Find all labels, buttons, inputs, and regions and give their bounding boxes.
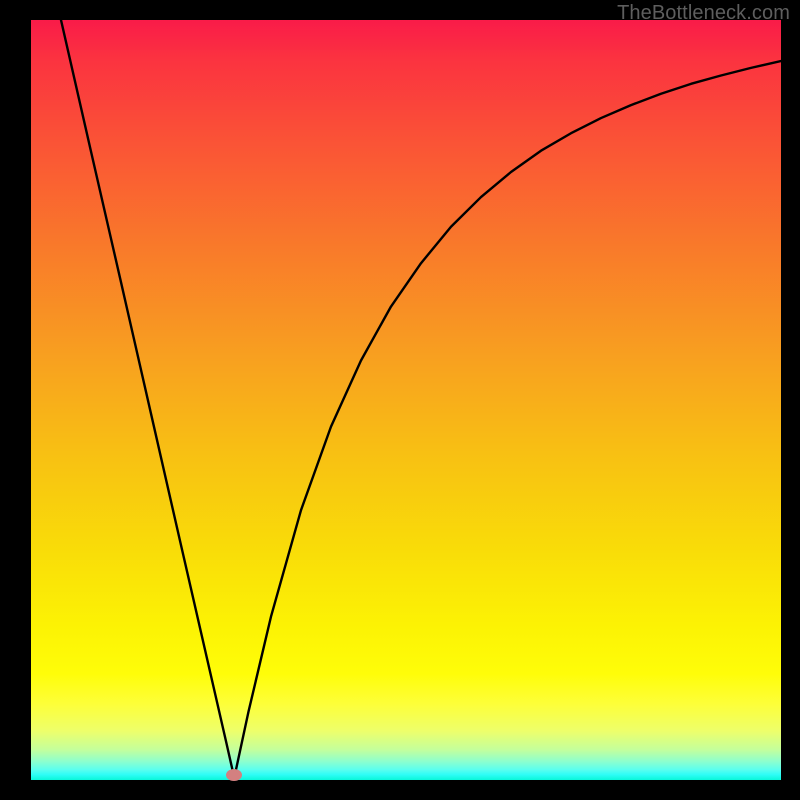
- chart-curve-svg: [31, 20, 781, 780]
- right-branch-path: [234, 61, 781, 778]
- minimum-marker: [226, 769, 242, 781]
- chart-frame: [31, 20, 781, 780]
- left-branch-path: [61, 20, 234, 778]
- watermark-text: TheBottleneck.com: [617, 2, 790, 25]
